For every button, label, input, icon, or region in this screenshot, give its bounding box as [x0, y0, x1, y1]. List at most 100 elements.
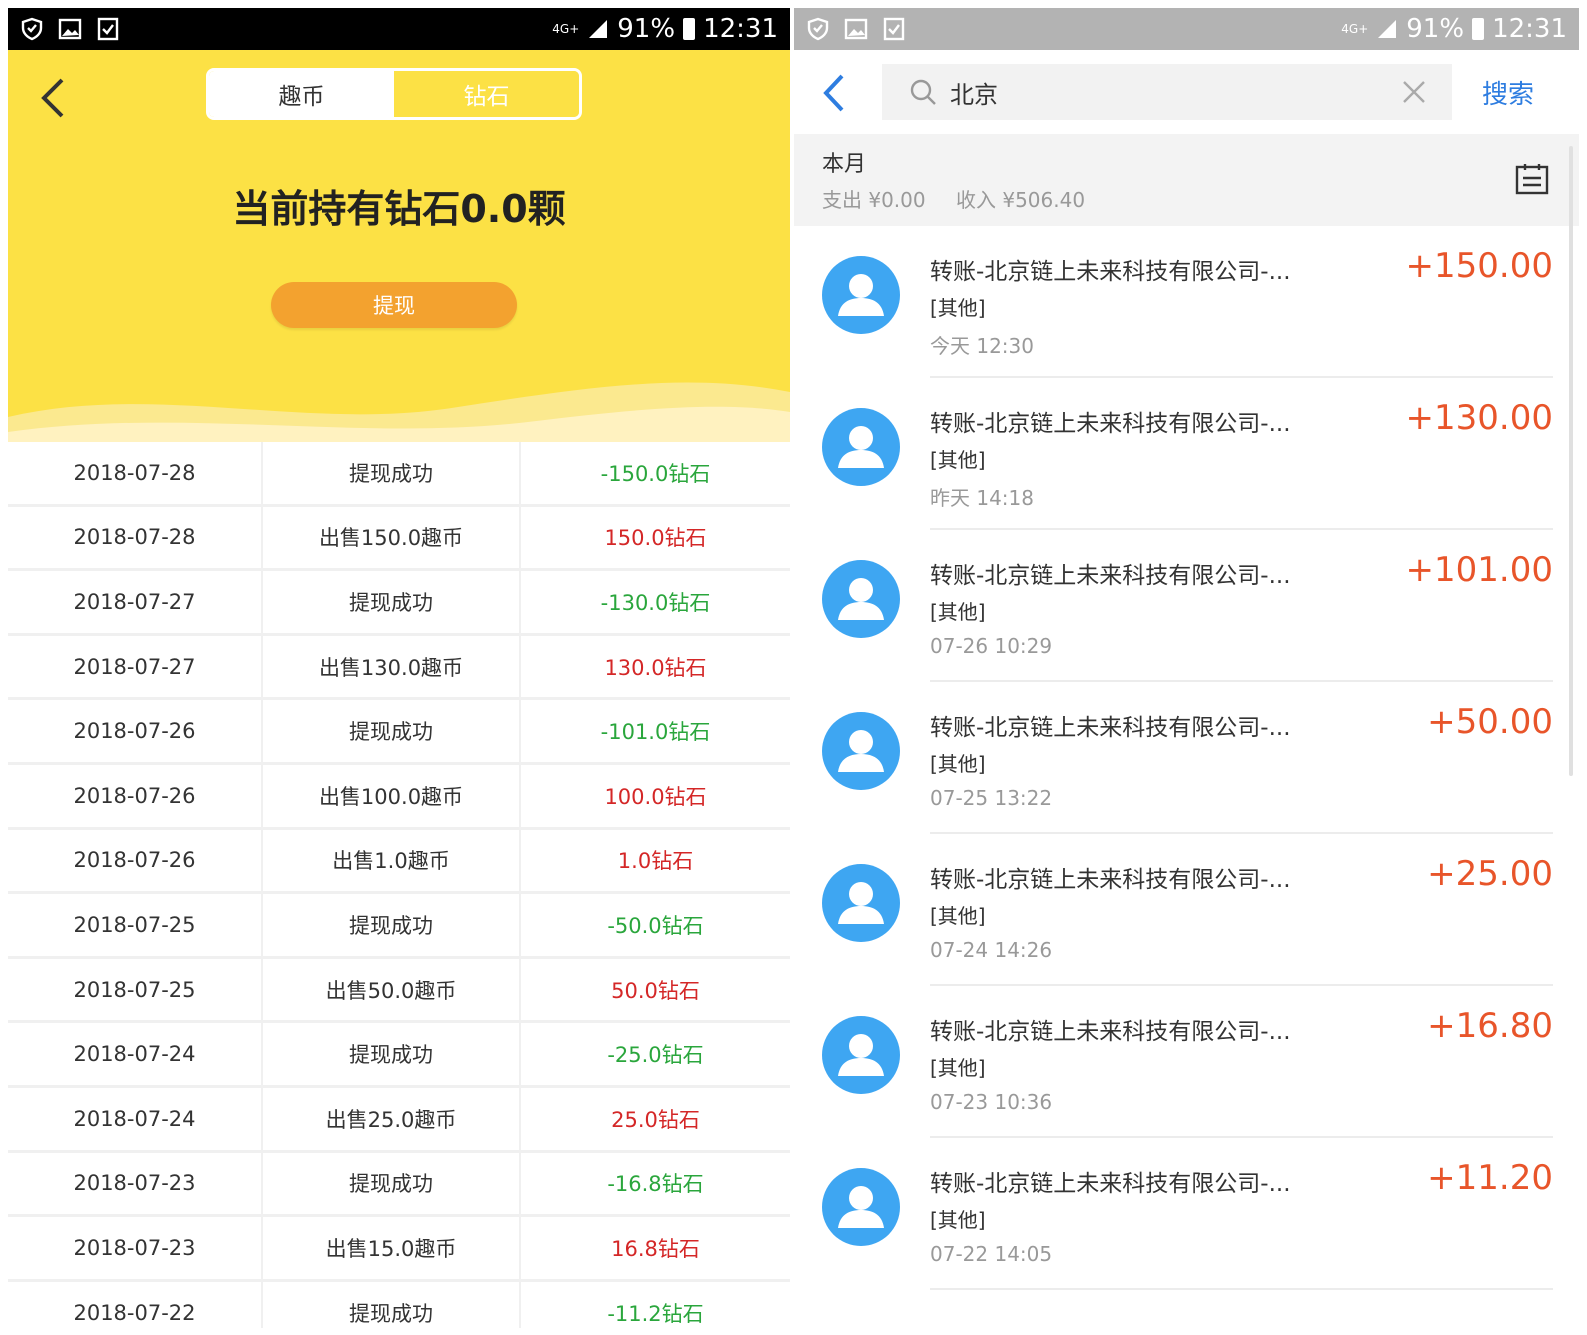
- battery-percent: 91%: [1406, 14, 1465, 44]
- transaction-row[interactable]: 转账-北京链上未来科技有限公司-... [其他] 07-22 14:05 +11.20: [794, 1138, 1579, 1290]
- user-icon: [838, 426, 884, 468]
- record-date: 2018-07-23: [8, 1152, 263, 1215]
- record-desc: 出售15.0趣币: [263, 1217, 521, 1279]
- currency-tabs: 趣币 钻石: [206, 68, 582, 120]
- ledger-row: 2018-07-26 出售1.0趣币 1.0钻石: [8, 829, 790, 895]
- ledger-row: 2018-07-24 提现成功 -25.0钻石: [8, 1023, 790, 1088]
- record-amount: 16.8钻石: [611, 1236, 700, 1261]
- search-box: [882, 64, 1452, 120]
- record-date: 2018-07-27: [8, 635, 263, 698]
- record-date: 2018-07-28: [8, 506, 263, 569]
- search-input[interactable]: [950, 78, 1370, 106]
- transaction-time: 07-24 14:26: [930, 938, 1053, 962]
- ledger-row: 2018-07-24 出售25.0趣币 25.0钻石: [8, 1087, 790, 1153]
- withdraw-button[interactable]: 提现: [271, 282, 517, 328]
- transaction-amount: +50.00: [1427, 702, 1553, 742]
- battery-icon: [683, 18, 696, 40]
- transaction-category: [其他]: [930, 448, 986, 472]
- transaction-title: 转账-北京链上未来科技有限公司-...: [930, 563, 1291, 589]
- record-date: 2018-07-22: [8, 1281, 263, 1328]
- avatar: [822, 1168, 900, 1246]
- record-desc: 提现成功: [263, 894, 521, 956]
- transaction-row[interactable]: 转账-北京链上未来科技有限公司-... [其他] 昨天 14:18 +130.00: [794, 378, 1579, 530]
- record-date: 2018-07-27: [8, 571, 263, 633]
- record-date: 2018-07-24: [8, 1023, 263, 1085]
- record-date: 2018-07-23: [8, 1217, 263, 1279]
- transaction-amount: +101.00: [1405, 550, 1553, 590]
- shield-icon: [807, 17, 829, 41]
- ledger-row: 2018-07-27 出售130.0趣币 130.0钻石: [8, 635, 790, 701]
- back-arrow-icon[interactable]: [820, 72, 848, 114]
- ledger-row: 2018-07-26 出售100.0趣币 100.0钻石: [8, 764, 790, 830]
- ledger-row: 2018-07-23 出售15.0趣币 16.8钻石: [8, 1217, 790, 1282]
- transaction-amount: +25.00: [1427, 854, 1553, 894]
- expense-total: 支出 ¥0.00: [822, 188, 926, 212]
- tab-qubi[interactable]: 趣币: [209, 71, 394, 117]
- transaction-category: [其他]: [930, 296, 986, 320]
- record-amount: 1.0钻石: [617, 849, 694, 874]
- record-desc: 出售1.0趣币: [263, 829, 521, 892]
- record-date: 2018-07-28: [8, 442, 263, 504]
- transaction-title: 转账-北京链上未来科技有限公司-...: [930, 259, 1291, 285]
- avatar: [822, 712, 900, 790]
- balance-header: 趣币 钻石 当前持有钻石0.0颗 提现: [8, 50, 790, 442]
- avatar: [822, 560, 900, 638]
- record-amount: 100.0钻石: [604, 784, 707, 809]
- calendar-icon[interactable]: [1515, 162, 1549, 196]
- divider: [930, 1288, 1553, 1290]
- transaction-amount: +16.80: [1427, 1006, 1553, 1046]
- transaction-amount: +11.20: [1427, 1158, 1553, 1198]
- transaction-list: 转账-北京链上未来科技有限公司-... [其他] 今天 12:30 +150.00 转账…: [794, 226, 1579, 1290]
- record-amount: 150.0钻石: [604, 526, 707, 551]
- record-date: 2018-07-26: [8, 700, 263, 762]
- tab-diamond[interactable]: 钻石: [394, 71, 579, 117]
- user-icon: [838, 274, 884, 316]
- diamond-ledger: 2018-07-28 提现成功 -150.0钻石 2018-07-28 出售150.0趣…: [8, 442, 790, 1328]
- signal-icon: [589, 20, 608, 38]
- checkbox-icon: [97, 17, 119, 41]
- transaction-title: 转账-北京链上未来科技有限公司-...: [930, 411, 1291, 437]
- record-desc: 提现成功: [263, 571, 521, 633]
- transaction-row[interactable]: 转账-北京链上未来科技有限公司-... [其他] 07-24 14:26 +25.00: [794, 834, 1579, 986]
- record-amount: -50.0钻石: [607, 913, 704, 938]
- record-amount: -25.0钻石: [607, 1043, 704, 1068]
- month-summary: 本月 支出 ¥0.00 收入 ¥506.40: [794, 134, 1579, 226]
- record-date: 2018-07-25: [8, 958, 263, 1021]
- close-icon[interactable]: [1400, 78, 1428, 106]
- avatar: [822, 408, 900, 486]
- transaction-row[interactable]: 转账-北京链上未来科技有限公司-... [其他] 07-25 13:22 +50.00: [794, 682, 1579, 834]
- month-totals: 支出 ¥0.00 收入 ¥506.40: [822, 184, 1109, 213]
- transaction-row[interactable]: 转账-北京链上未来科技有限公司-... [其他] 今天 12:30 +150.00: [794, 226, 1579, 378]
- transaction-amount: +130.00: [1405, 398, 1553, 438]
- record-desc: 出售100.0趣币: [263, 764, 521, 827]
- back-arrow-icon[interactable]: [38, 76, 68, 120]
- search-icon: [910, 79, 936, 105]
- image-icon: [844, 18, 868, 40]
- record-desc: 出售150.0趣币: [263, 506, 521, 569]
- transaction-row[interactable]: 转账-北京链上未来科技有限公司-... [其他] 07-26 10:29 +101.0…: [794, 530, 1579, 682]
- month-title: 本月: [822, 152, 867, 177]
- user-icon: [838, 1186, 884, 1228]
- status-bar: 4G+ 91% 12:31: [794, 8, 1579, 50]
- transaction-title: 转账-北京链上未来科技有限公司-...: [930, 1171, 1291, 1197]
- transaction-title: 转账-北京链上未来科技有限公司-...: [930, 715, 1291, 741]
- transaction-time: 07-26 10:29: [930, 634, 1053, 658]
- user-icon: [838, 1034, 884, 1076]
- transaction-time: 昨天 14:18: [930, 486, 1034, 510]
- record-amount: -11.2钻石: [607, 1301, 704, 1326]
- scrollbar[interactable]: [1569, 146, 1573, 776]
- transaction-row[interactable]: 转账-北京链上未来科技有限公司-... [其他] 07-23 10:36 +16.80: [794, 986, 1579, 1138]
- ledger-row: 2018-07-23 提现成功 -16.8钻石: [8, 1152, 790, 1218]
- checkbox-icon: [883, 17, 905, 41]
- ledger-row: 2018-07-22 提现成功 -11.2钻石: [8, 1281, 790, 1328]
- user-icon: [838, 578, 884, 620]
- search-button[interactable]: 搜索: [1482, 74, 1534, 111]
- ledger-row: 2018-07-25 提现成功 -50.0钻石: [8, 894, 790, 959]
- record-desc: 提现成功: [263, 1023, 521, 1085]
- income-total: 收入 ¥506.40: [955, 188, 1086, 212]
- record-date: 2018-07-26: [8, 829, 263, 892]
- holding-text: 当前持有钻石0.0颗: [232, 187, 566, 231]
- ledger-row: 2018-07-28 提现成功 -150.0钻石: [8, 442, 790, 507]
- avatar: [822, 1016, 900, 1094]
- record-desc: 提现成功: [263, 700, 521, 762]
